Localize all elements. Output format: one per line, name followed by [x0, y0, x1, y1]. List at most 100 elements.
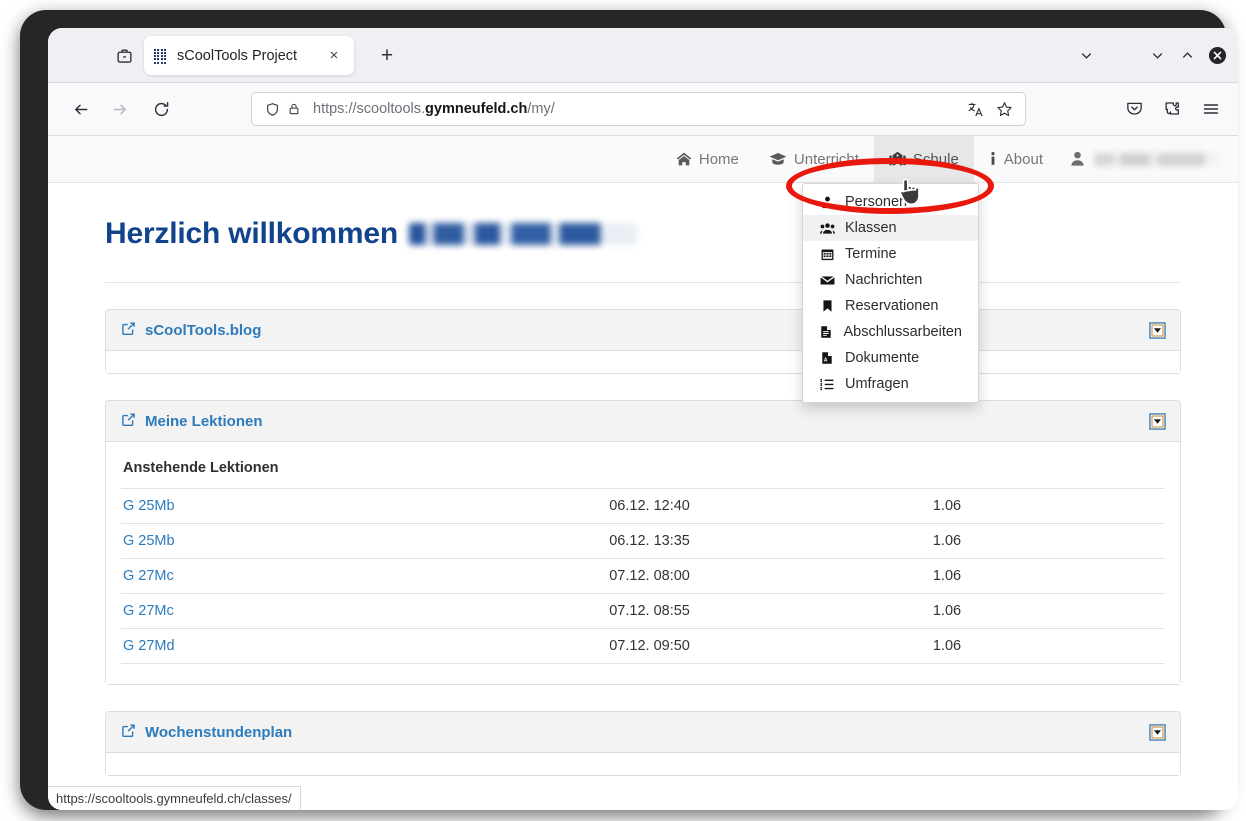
panel-header[interactable]: Meine Lektionen [106, 401, 1180, 442]
graduation-cap-icon [769, 151, 787, 167]
lektion-raum: 1.06 [924, 523, 1165, 559]
file-text-icon [819, 325, 834, 339]
dropdown-item-label: Termine [845, 246, 897, 262]
dropdown-item-umfragen[interactable]: Umfragen [803, 371, 978, 397]
firefox-view-icon[interactable] [110, 42, 138, 70]
close-tab-icon[interactable]: × [324, 46, 344, 66]
dropdown-item-label: Nachrichten [845, 272, 923, 288]
table-row: G 27Md 07.12. 09:50 1.06 [121, 628, 1165, 664]
lektion-klasse-link[interactable]: G 27Mc [121, 558, 602, 594]
hamburger-menu-icon[interactable] [1195, 93, 1226, 124]
lektion-raum: 1.06 [924, 558, 1165, 594]
status-bar-text: https://scooltools.gymneufeld.ch/classes… [56, 791, 292, 806]
lektion-klasse-link[interactable]: G 25Mb [121, 523, 602, 559]
svg-text:A: A [824, 358, 828, 364]
dropdown-item-nachrichten[interactable]: Nachrichten [803, 267, 978, 293]
school-icon [889, 151, 906, 167]
lektion-klasse-link[interactable]: G 25Mb [121, 488, 602, 524]
panel-header[interactable]: Wochenstundenplan [106, 712, 1180, 753]
panel-title-text: Meine Lektionen [145, 412, 263, 430]
shield-icon[interactable] [262, 99, 283, 120]
bookmark-icon [819, 299, 835, 313]
dropdown-item-label: Reservationen [845, 298, 939, 314]
external-link-icon [121, 412, 136, 431]
browser-tab[interactable]: sCoolTools Project × [144, 36, 354, 75]
table-row: G 25Mb 06.12. 12:40 1.06 [121, 488, 1165, 524]
panel-title-lektionen[interactable]: Meine Lektionen [121, 412, 263, 431]
maximize-window-icon[interactable] [1174, 42, 1200, 68]
panel-body-wochenstundenplan [106, 753, 1180, 775]
collapse-panel-icon[interactable] [1147, 411, 1167, 431]
info-icon [989, 151, 997, 167]
dropdown-item-label: Umfragen [845, 376, 909, 392]
page-viewport: Home Unterricht Schule About Herzlich wi… [48, 136, 1238, 810]
panel-title-text: Wochenstundenplan [145, 723, 293, 741]
welcome-prefix: Herzlich willkommen [105, 217, 398, 250]
forward-button[interactable] [103, 93, 135, 125]
lektion-zeit: 07.12. 08:55 [601, 593, 925, 629]
url-text: https://scooltools.gymneufeld.ch/my/ [313, 101, 555, 117]
collapse-panel-icon[interactable] [1147, 320, 1167, 340]
site-nav-label: About [1003, 150, 1043, 168]
translate-icon[interactable] [965, 99, 986, 120]
site-nav-item-home[interactable]: Home [661, 136, 754, 182]
dropdown-item-label: Klassen [845, 220, 897, 236]
panel-title-wochenstundenplan[interactable]: Wochenstundenplan [121, 723, 292, 742]
mouse-cursor-pointing-hand [899, 178, 920, 205]
panel-wochenstundenplan: Wochenstundenplan [105, 711, 1181, 776]
address-bar[interactable]: https://scooltools.gymneufeld.ch/my/ [251, 92, 1026, 126]
site-nav-item-about[interactable]: About [974, 136, 1058, 182]
dropdown-item-abschlussarbeiten[interactable]: Abschlussarbeiten [803, 319, 978, 345]
list-ol-icon [819, 378, 835, 391]
lektion-klasse-link[interactable]: G 27Md [121, 628, 602, 664]
home-icon [676, 151, 692, 167]
user-menu[interactable] [1058, 136, 1238, 182]
lektion-klasse-link[interactable]: G 27Mc [121, 593, 602, 629]
dropdown-item-klassen[interactable]: Klassen [803, 215, 978, 241]
browser-toolbar: https://scooltools.gymneufeld.ch/my/ [48, 83, 1238, 136]
panel-title-text: sCoolTools.blog [145, 321, 262, 339]
lektionen-table: G 25Mb 06.12. 12:40 1.06 G 25Mb 06.12. 13:35… [121, 488, 1165, 664]
calendar-icon [819, 248, 835, 261]
dropdown-item-label: Dokumente [845, 350, 920, 366]
pocket-icon[interactable] [1119, 93, 1150, 124]
lektion-zeit: 06.12. 12:40 [601, 488, 925, 524]
user-icon [1070, 151, 1085, 167]
group-icon [819, 222, 835, 235]
site-nav-item-unterricht[interactable]: Unterricht [754, 136, 874, 182]
panel-header[interactable]: sCoolTools.blog [106, 310, 1180, 351]
tab-favicon-icon [154, 48, 168, 64]
schule-dropdown-menu: Personen Klassen Termine Nachrichten Reserva… [802, 183, 979, 403]
status-bar-link-preview: https://scooltools.gymneufeld.ch/classes… [48, 786, 301, 810]
panel-body-lektionen: Anstehende Lektionen G 25Mb 06.12. 12:40 1… [106, 442, 1180, 684]
tab-strip: sCoolTools Project × + [48, 28, 1238, 83]
lektionen-subtitle: Anstehende Lektionen [123, 460, 279, 476]
tab-list-dropdown-icon[interactable] [1073, 42, 1099, 68]
dropdown-item-personen[interactable]: Personen [803, 189, 978, 215]
lock-icon[interactable] [283, 99, 304, 120]
page-title: Herzlich willkommen [105, 183, 1181, 251]
bookmark-star-icon[interactable] [994, 99, 1015, 120]
lektion-zeit: 06.12. 13:35 [601, 523, 925, 559]
site-nav-item-schule[interactable]: Schule [873, 136, 974, 182]
dropdown-item-reservationen[interactable]: Reservationen [803, 293, 978, 319]
dropdown-item-dokumente[interactable]: A Dokumente [803, 345, 978, 371]
new-tab-button[interactable]: + [373, 42, 401, 70]
file-pdf-icon: A [819, 351, 835, 365]
lektion-zeit: 07.12. 09:50 [601, 628, 925, 664]
panel-meine-lektionen: Meine Lektionen Anstehende Lektionen G 2… [105, 400, 1181, 685]
reload-button[interactable] [145, 93, 177, 125]
close-window-icon[interactable] [1204, 42, 1230, 68]
extensions-icon[interactable] [1157, 93, 1188, 124]
site-nav-label: Home [698, 150, 739, 168]
site-navigation-bar: Home Unterricht Schule About [48, 136, 1238, 183]
table-row: G 25Mb 06.12. 13:35 1.06 [121, 523, 1165, 559]
person-icon [819, 196, 835, 209]
minimize-window-icon[interactable] [1144, 42, 1170, 68]
collapse-panel-icon[interactable] [1147, 722, 1167, 742]
back-button[interactable] [65, 93, 97, 125]
lektion-raum: 1.06 [924, 628, 1165, 664]
panel-title-blog[interactable]: sCoolTools.blog [121, 321, 261, 340]
dropdown-item-termine[interactable]: Termine [803, 241, 978, 267]
content-divider [105, 282, 1181, 283]
